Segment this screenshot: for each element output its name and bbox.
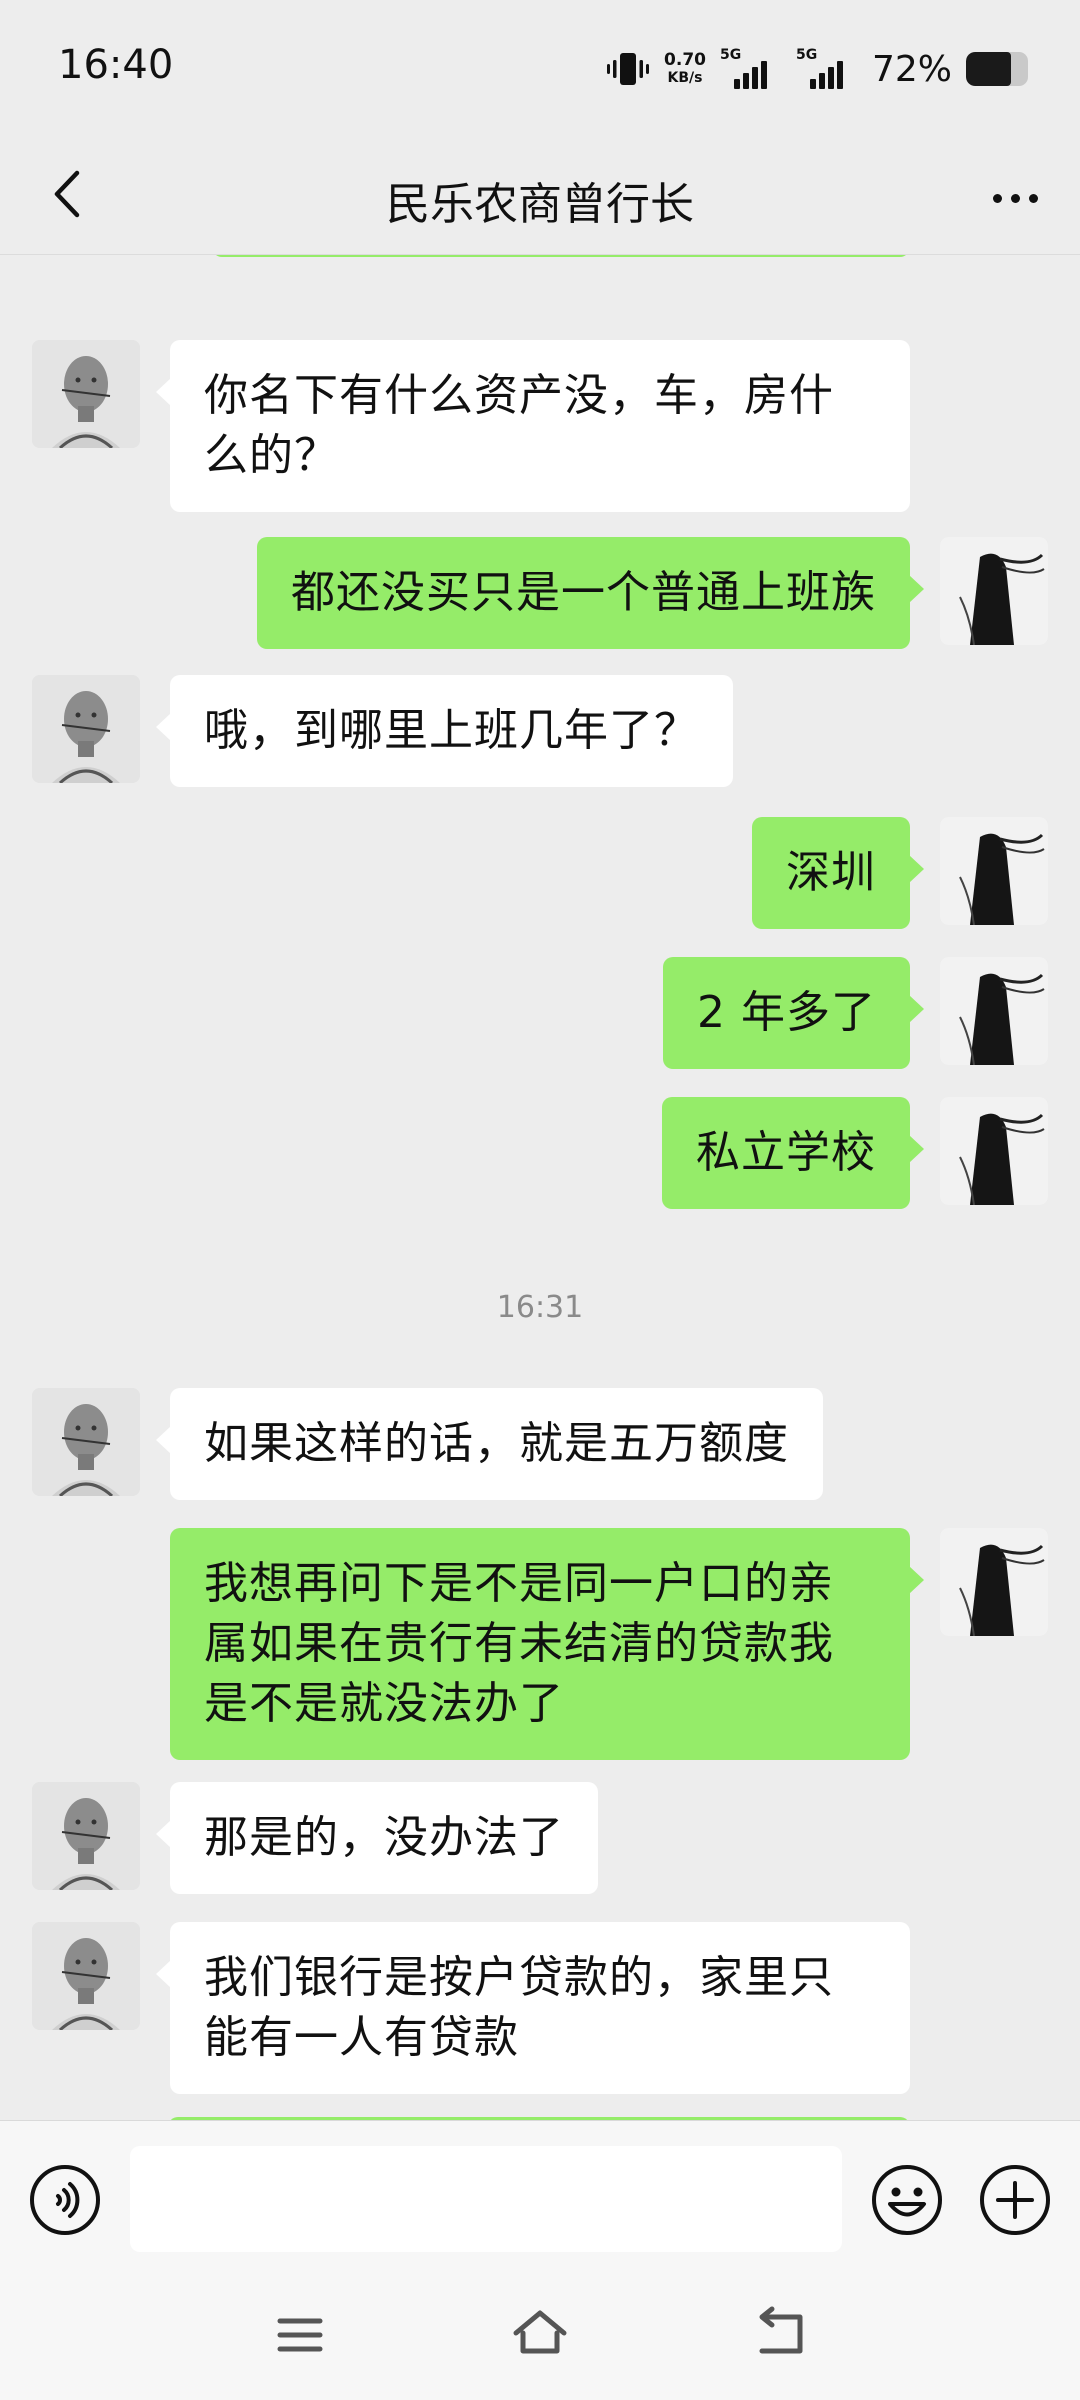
- status-bar: 16:40 0.70 KB/s 5G 5G 72%: [0, 0, 1080, 140]
- incoming-message: 如果这样的话，就是五万额度: [0, 1388, 1080, 1500]
- battery-icon: [966, 52, 1028, 86]
- signal-strength-icon: 5G: [719, 47, 782, 89]
- message-bubble[interactable]: 哦，到哪里上班几年了？: [156, 675, 733, 787]
- signal-type-label: 5G: [719, 47, 742, 63]
- chat-header: 民乐农商曾行长: [0, 140, 1080, 255]
- message-bubble[interactable]: 私立学校: [662, 1097, 924, 1209]
- message-bubble[interactable]: 2 年多了: [663, 957, 924, 1069]
- message-bubble[interactable]: 你名下有什么资产没，车，房什么的？: [156, 340, 910, 512]
- message-list[interactable]: 是看银行卡工资流水还是看个税你名下有什么资产没，车，房什么的？ 都还没买只是一个普…: [0, 255, 1080, 2120]
- chat-title: 民乐农商曾行长: [386, 179, 694, 230]
- voice-button[interactable]: [28, 2163, 102, 2237]
- system-nav-bar: [0, 2275, 1080, 2400]
- network-speed-value: 0.70: [664, 50, 706, 70]
- vibrate-icon: [606, 49, 650, 89]
- signal-type-label: 5G: [795, 47, 818, 63]
- network-speed: 0.70 KB/s: [664, 51, 706, 87]
- nav-back-button[interactable]: [752, 2303, 812, 2363]
- network-speed-unit: KB/s: [667, 70, 703, 86]
- more-button[interactable]: [980, 168, 1050, 228]
- contact-avatar[interactable]: [32, 1922, 140, 2030]
- menu-icon: [277, 2318, 323, 2352]
- outgoing-message: 我想再问下是不是同一户口的亲属如果在贵行有未结清的贷款我是不是就没法办了: [0, 1528, 1080, 1760]
- plus-button[interactable]: [978, 2163, 1052, 2237]
- message-input[interactable]: [130, 2146, 842, 2252]
- outgoing-message: 2 年多了: [0, 957, 1080, 1069]
- self-avatar[interactable]: [940, 1097, 1048, 1205]
- emoji-button[interactable]: [870, 2163, 944, 2237]
- back-icon: [759, 2306, 803, 2354]
- input-bar: [0, 2120, 1080, 2275]
- status-indicators: 0.70 KB/s 5G 5G 72%: [606, 44, 1028, 94]
- message-bubble[interactable]: 如果这样的话，就是五万额度: [156, 1388, 823, 1500]
- message-bubble[interactable]: 是看银行卡工资流水还是看个税: [212, 255, 910, 257]
- self-avatar[interactable]: [940, 1528, 1048, 1636]
- outgoing-message: 是看银行卡工资流水还是看个税: [0, 255, 1080, 257]
- nav-menu-button[interactable]: [270, 2305, 330, 2365]
- contact-avatar[interactable]: [32, 1388, 140, 1496]
- self-avatar[interactable]: [940, 957, 1048, 1065]
- battery-level-fill: [966, 52, 1011, 86]
- voice-icon: [30, 2165, 100, 2235]
- message-bubble[interactable]: 我们银行是按户贷款的，家里只能有一人有贷款: [156, 1922, 910, 2094]
- incoming-message: 哦，到哪里上班几年了？: [0, 675, 1080, 787]
- nav-home-button[interactable]: [510, 2303, 570, 2363]
- incoming-message: 你名下有什么资产没，车，房什么的？: [0, 340, 1080, 512]
- message-bubble[interactable]: 那是的，没办法了: [156, 1782, 598, 1894]
- contact-avatar[interactable]: [32, 1782, 140, 1890]
- message-timestamp: 16:31: [496, 1290, 584, 1325]
- status-time: 16:40: [58, 42, 174, 88]
- signal-strength-icon: 5G: [795, 47, 858, 89]
- contact-avatar[interactable]: [32, 340, 140, 448]
- incoming-message: 我们银行是按户贷款的，家里只能有一人有贷款: [0, 1922, 1080, 2094]
- contact-avatar[interactable]: [32, 675, 140, 783]
- message-bubble[interactable]: 深圳: [752, 817, 924, 929]
- battery-percent: 72%: [871, 48, 952, 90]
- incoming-message: 那是的，没办法了: [0, 1782, 1080, 1894]
- self-avatar[interactable]: [940, 817, 1048, 925]
- message-bubble[interactable]: 都还没买只是一个普通上班族: [257, 537, 924, 649]
- plus-icon: [980, 2165, 1050, 2235]
- outgoing-message: 深圳: [0, 817, 1080, 929]
- message-bubble[interactable]: 我想再问下是不是同一户口的亲属如果在贵行有未结清的贷款我是不是就没法办了: [170, 1528, 924, 1760]
- home-icon: [513, 2310, 567, 2354]
- self-avatar[interactable]: [940, 537, 1048, 645]
- more-dots-icon: [992, 193, 1002, 203]
- outgoing-message: 私立学校: [0, 1097, 1080, 1209]
- emoji-icon: [872, 2165, 942, 2235]
- outgoing-message: 都还没买只是一个普通上班族: [0, 537, 1080, 649]
